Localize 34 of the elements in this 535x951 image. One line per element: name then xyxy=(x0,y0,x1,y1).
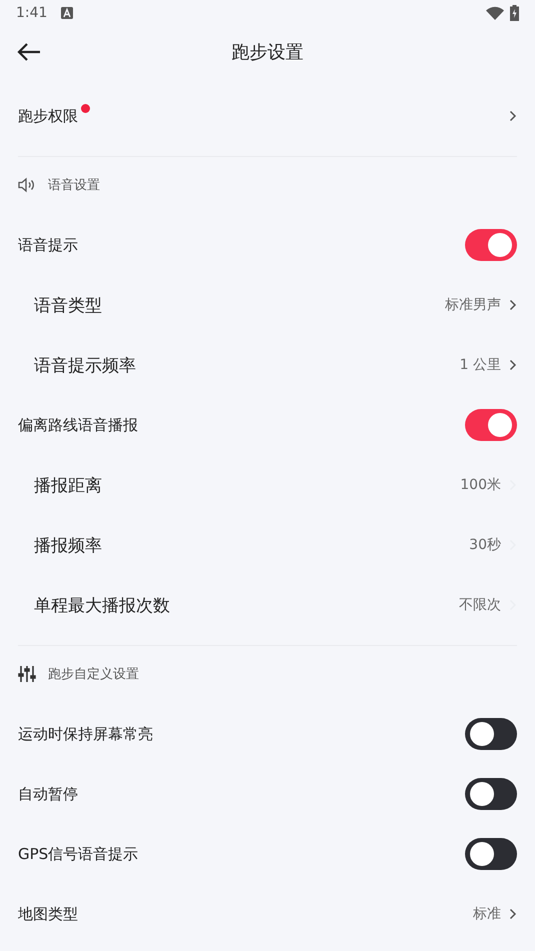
setting-label: GPS信号语音提示 xyxy=(18,844,138,864)
toggle-switch[interactable] xyxy=(465,409,517,441)
setting-label[interactable]: 语音类型 xyxy=(34,294,102,316)
setting-label[interactable]: 跑步权限 xyxy=(18,106,78,126)
setting-value: 30秒 xyxy=(469,536,501,554)
toggle-switch[interactable] xyxy=(465,778,517,810)
setting-value: 不限次 xyxy=(459,596,501,614)
back-button[interactable] xyxy=(16,42,42,62)
setting-label[interactable]: 单程最大播报次数 xyxy=(34,594,170,616)
notification-icon xyxy=(61,7,74,19)
setting-label: 偏离路线语音播报 xyxy=(18,416,138,434)
setting-label: 语音提示 xyxy=(18,236,78,254)
sliders-icon xyxy=(18,665,36,683)
speaker-icon xyxy=(18,177,36,193)
setting-value: 标准男声 xyxy=(445,296,501,314)
setting-label[interactable]: 播报频率 xyxy=(34,534,102,556)
setting-label[interactable]: 地图类型 xyxy=(18,904,78,924)
setting-value: 标准 xyxy=(473,905,501,923)
section-title: 语音设置 xyxy=(48,177,100,194)
section-title: 跑步自定义设置 xyxy=(48,666,139,683)
toggle-switch[interactable] xyxy=(465,718,517,750)
chevron-icon xyxy=(509,110,517,122)
status-time: 1:41 xyxy=(16,5,48,21)
battery-icon xyxy=(510,5,519,21)
setting-label: 运动时保持屏幕常亮 xyxy=(18,724,153,744)
setting-label: 自动暂停 xyxy=(18,784,78,804)
page-title: 跑步设置 xyxy=(232,41,304,64)
setting-value: 100米 xyxy=(460,476,501,494)
setting-label[interactable]: 语音提示频率 xyxy=(34,354,136,376)
setting-label[interactable]: 播报距离 xyxy=(34,474,102,496)
setting-value: 1 公里 xyxy=(460,356,501,374)
toggle-switch[interactable] xyxy=(465,838,517,870)
toggle-switch[interactable] xyxy=(465,229,517,261)
wifi-icon xyxy=(486,6,504,20)
